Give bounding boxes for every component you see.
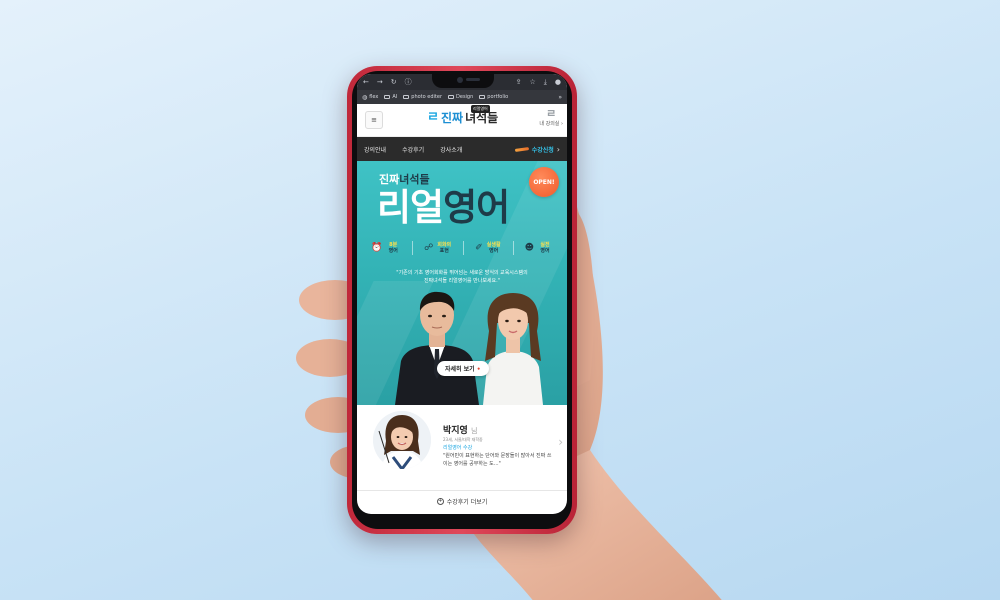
hamburger-icon: ≡: [371, 116, 377, 124]
hero-description: "기존의 기초 영어회화를 뛰어넘는 새로운 방식의 교육시스템의 진짜녀석들 …: [357, 269, 567, 285]
bookmark-label: photo editer: [411, 94, 443, 100]
reviewer-photo: [373, 411, 431, 469]
phone-screen: ← → ↻ ⓘ ⇪ ☆ ⤓ ● ◍ flex AI photo editer D…: [357, 74, 567, 514]
bookmark-portfolio[interactable]: portfolio: [479, 94, 508, 100]
reviewer-honorific: 님: [470, 427, 478, 435]
hero-subtitle-part1: 진짜: [379, 173, 400, 186]
scene: ← → ↻ ⓘ ⇪ ☆ ⤓ ● ◍ flex AI photo editer D…: [0, 0, 1000, 600]
feature-line2: 영어: [489, 248, 499, 254]
site-logo[interactable]: ㄹ 진짜 녀석들 리얼영어: [427, 105, 499, 125]
bookmark-label: portfolio: [487, 94, 509, 100]
feature-list: ⏰ 8분 영어 ☍ 회화의 표현 ✐ 실생활 영어 ☻ 실전 영어: [371, 241, 553, 255]
reviewer-course: 리얼영어 수강: [443, 445, 473, 451]
bookmark-design[interactable]: Design: [448, 94, 473, 100]
feature-text: 8분 영어: [385, 242, 401, 254]
logo-text-part1: 진짜: [440, 110, 464, 125]
bookmark-ai[interactable]: AI: [384, 94, 397, 100]
reviewer-info: 23세, 서울/대학 재학중: [443, 437, 483, 442]
logo-mark-icon: ㄹ: [427, 110, 439, 125]
people-talking-icon: ☍: [424, 242, 434, 253]
nav-item-reviews[interactable]: 수강후기: [402, 145, 424, 154]
feature-divider: [412, 241, 414, 255]
review-card[interactable]: 박지영 님 23세, 서울/대학 재학중 리얼영어 수강 "원어민이 표현하는 …: [357, 405, 567, 491]
pencil-icon: [514, 146, 529, 152]
hero-banner: 진짜녀석들 OPEN! 리얼영어 ⏰ 8분 영어 ☍ 회화의 표현 ✐ 실생활 …: [357, 161, 567, 405]
feature-item: ☍ 회화의 표현: [424, 241, 452, 255]
alarm-clock-icon: ⏰: [371, 242, 383, 253]
feature-divider: [463, 241, 465, 255]
info-icon[interactable]: ⓘ: [405, 78, 412, 86]
site-header: ≡ ㄹ 진짜 녀석들 리얼영어 ㄹ 내 강의실 ›: [357, 104, 567, 137]
speaker-icon: [466, 78, 480, 81]
bookmark-label: AI: [392, 94, 398, 100]
my-lecture-label: 내 강의실 ›: [539, 121, 563, 127]
dot-icon: •: [476, 366, 481, 373]
folder-icon: [384, 95, 391, 99]
chevron-right-icon[interactable]: ›: [558, 435, 563, 449]
daily-life-icon: ✐: [475, 242, 483, 253]
review-quote: "원어민이 표현하는 단어와 문장들이 많아서 진짜 쓰이는 영어를 공부하는 …: [443, 453, 552, 467]
forward-icon[interactable]: →: [377, 78, 383, 86]
star-icon[interactable]: ☆: [530, 78, 536, 86]
logo-tag: 리얼영어: [471, 105, 490, 113]
enroll-link[interactable]: 수강신청 ›: [514, 144, 560, 154]
feature-item: ✐ 실생활 영어: [475, 241, 502, 255]
feature-line2: 영어: [540, 248, 550, 254]
my-lecture-button[interactable]: ㄹ 내 강의실 ›: [539, 107, 563, 128]
feature-divider: [512, 241, 514, 255]
hero-desc-line2: 진짜녀석들 리얼영어를 만나보세요.": [423, 278, 501, 284]
menu-button[interactable]: ≡: [365, 111, 383, 129]
phone-notch: [432, 74, 494, 88]
hero-desc-line1: "기존의 기초 영어회화를 뛰어넘는 새로운 방식의 교육시스템의: [396, 270, 528, 276]
feature-item: ☻ 실전 영어: [525, 241, 553, 255]
more-reviews-label: 수강후기 더보기: [446, 498, 488, 506]
share-icon[interactable]: ⇪: [516, 78, 522, 86]
logo-text-part2: 녀석들: [465, 110, 499, 125]
bookmark-flex[interactable]: ◍ flex: [362, 94, 378, 101]
open-badge: OPEN!: [529, 167, 559, 197]
hero-subtitle-part2: 녀석들: [399, 173, 430, 186]
feature-item: ⏰ 8분 영어: [371, 241, 401, 255]
plus-circle-icon: +: [436, 497, 444, 505]
meeting-icon: ☻: [524, 242, 534, 253]
folder-icon: [448, 95, 455, 99]
back-icon[interactable]: ←: [363, 78, 369, 86]
feature-line2: 표현: [439, 248, 449, 254]
reviewer-avatar: [373, 411, 431, 469]
bookmarks-more-icon[interactable]: »: [558, 94, 562, 101]
folder-icon: [479, 95, 486, 99]
hero-title: 리얼영어: [377, 186, 510, 229]
hero-subtitle: 진짜녀석들: [379, 171, 430, 187]
reload-icon[interactable]: ↻: [391, 78, 397, 86]
profile-icon[interactable]: ●: [555, 78, 561, 86]
bookmark-label: flex: [369, 94, 379, 100]
feature-text: 실전 영어: [537, 242, 553, 254]
female-instructor-photo: [483, 293, 543, 405]
download-icon[interactable]: ⤓: [544, 78, 547, 86]
main-nav: 강의안내 수강후기 강사소개 수강신청 ›: [357, 137, 567, 161]
hero-title-part2: 영어: [443, 186, 510, 229]
globe-icon: ◍: [362, 93, 368, 101]
male-instructor-photo: [395, 291, 479, 405]
view-details-label: 자세히 보기: [445, 366, 475, 373]
bookmarks-bar: ◍ flex AI photo editer Design portfolio …: [357, 90, 567, 104]
feature-text: 실생활 영어: [486, 242, 502, 254]
feature-line2: 영어: [388, 248, 398, 254]
nav-item-course-info[interactable]: 강의안내: [364, 145, 386, 154]
bookmark-label: Design: [456, 94, 474, 100]
more-reviews-link[interactable]: + 수강후기 더보기: [357, 491, 567, 511]
view-details-button[interactable]: 자세히 보기 •: [437, 361, 489, 376]
enroll-label: 수강신청: [531, 146, 554, 154]
nav-item-instructors[interactable]: 강사소개: [440, 145, 462, 154]
reviewer-name-text: 박지영: [443, 426, 468, 436]
folder-icon: [403, 95, 410, 99]
chevron-right-icon: ›: [556, 144, 560, 154]
feature-text: 회화의 표현: [436, 242, 452, 254]
reviewer-name: 박지영 님: [443, 423, 477, 436]
my-lecture-icon: ㄹ: [546, 107, 557, 120]
hero-title-part1: 리얼: [377, 186, 444, 229]
camera-icon: [457, 77, 463, 83]
bookmark-photo-editer[interactable]: photo editer: [403, 94, 442, 100]
